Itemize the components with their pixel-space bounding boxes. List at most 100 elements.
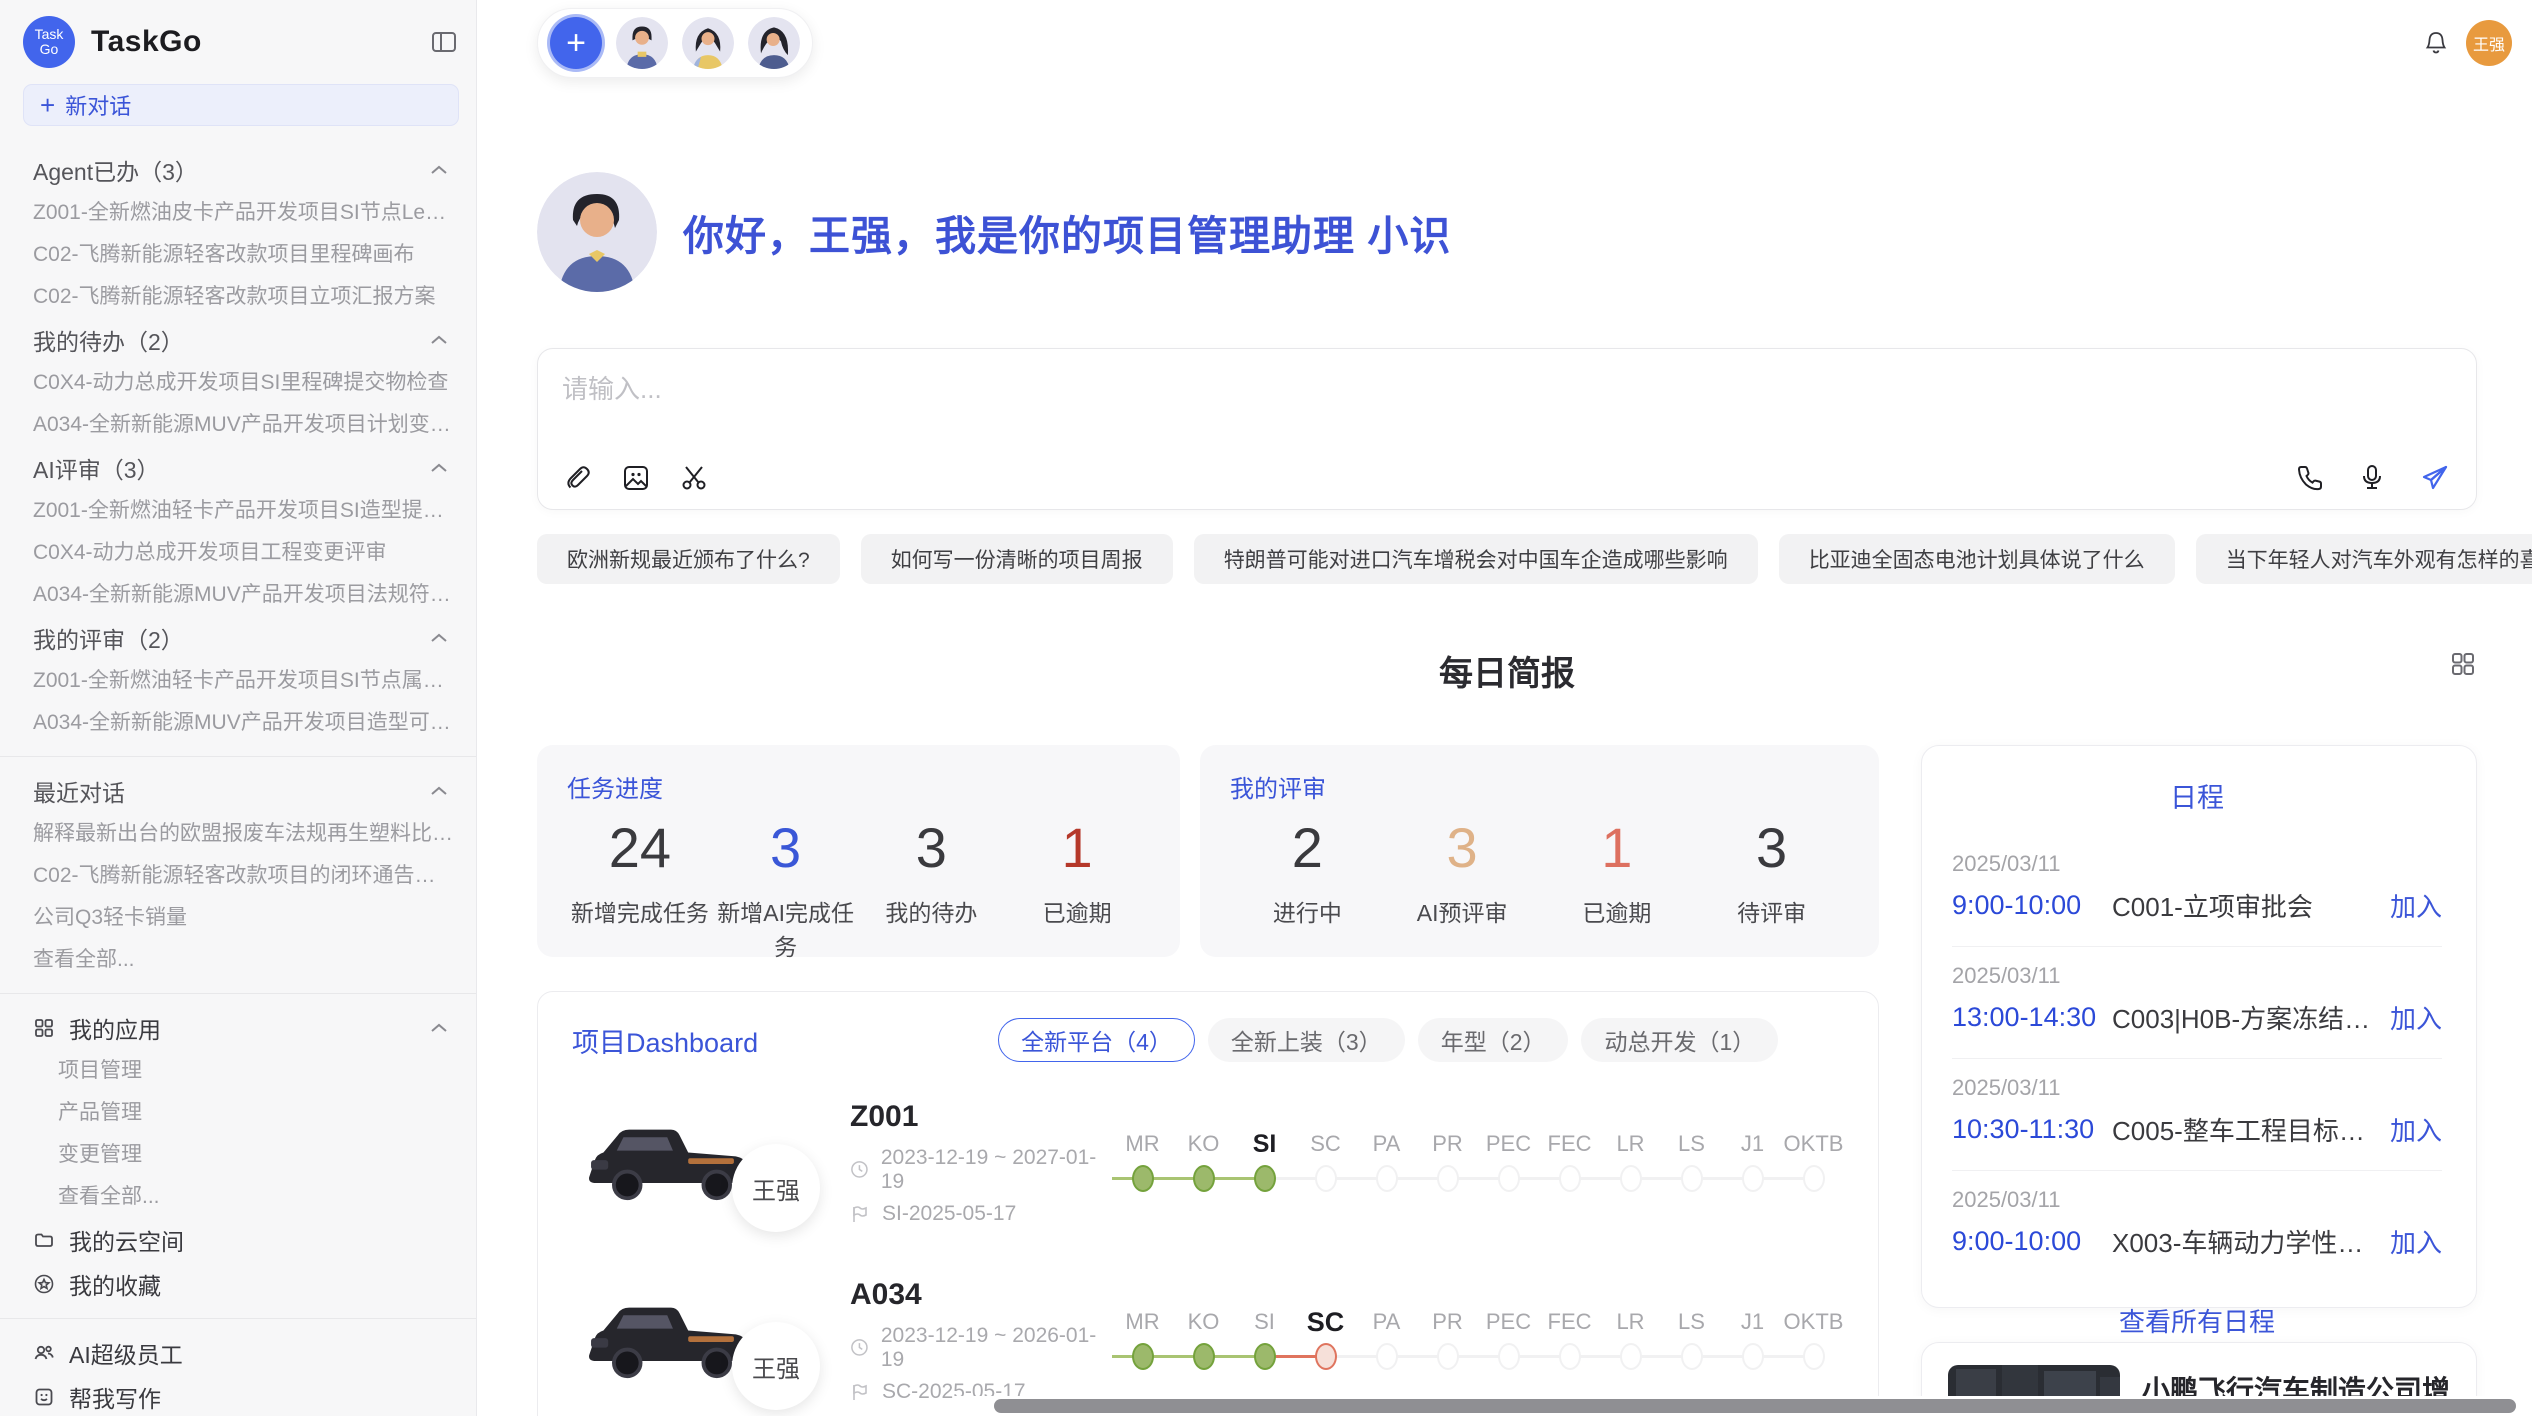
sidebar-item-favorites[interactable]: 我的收藏	[0, 1262, 476, 1306]
section-header-recent-chats[interactable]: 最近对话	[0, 769, 476, 813]
milestone-dot-done	[1193, 1165, 1215, 1192]
milestone-dot-upcoming	[1498, 1343, 1520, 1370]
milestone-pr: PR	[1417, 1128, 1478, 1198]
milestone-pec: PEC	[1478, 1128, 1539, 1198]
section-header-agent-done[interactable]: Agent已办（3）	[0, 148, 476, 192]
project-dates-text: 2023-12-19 ~ 2027-01-19	[881, 1146, 1106, 1194]
agent-avatar[interactable]	[616, 17, 668, 69]
event-time: 9:00-10:00	[1952, 1226, 2112, 1257]
agent-avatar-pill: +	[537, 8, 813, 78]
divider	[0, 756, 476, 757]
sidebar-item-app[interactable]: 产品管理	[0, 1092, 476, 1134]
sidebar-item-cloud-space[interactable]: 我的云空间	[0, 1218, 476, 1262]
milestone-ls: LS	[1661, 1306, 1722, 1376]
section-header-my-apps[interactable]: 我的应用	[0, 1006, 476, 1050]
phone-icon[interactable]	[2294, 462, 2326, 494]
attachment-icon[interactable]	[562, 462, 594, 494]
milestone-dot-overdue	[1315, 1343, 1337, 1370]
sidebar-item[interactable]: 解释最新出台的欧盟报废车法规再生塑料比例被调至15%...	[0, 813, 476, 855]
sidebar-item[interactable]: C02-飞腾新能源轻客改款项目里程碑画布	[0, 234, 476, 276]
milestone-dot-done	[1132, 1165, 1154, 1192]
milestone-dot-upcoming	[1437, 1165, 1459, 1192]
horizontal-scrollbar-thumb[interactable]	[994, 1399, 2516, 1413]
event-date: 2025/03/11	[1952, 1075, 2442, 1101]
sidebar-item[interactable]: C02-飞腾新能源轻客改款项目的闭环通告反馈情况	[0, 855, 476, 897]
sidebar-item[interactable]: A034-全新新能源MUV产品开发项目法规符合性评审	[0, 574, 476, 616]
scissors-icon[interactable]	[678, 462, 710, 494]
plus-icon: +	[40, 92, 55, 118]
section-title: 我的应用	[69, 1011, 161, 1045]
project-flag-text: SI-2025-05-17	[882, 1202, 1016, 1226]
chat-input[interactable]	[562, 367, 2452, 411]
join-link[interactable]: 加入	[2390, 1223, 2442, 1260]
event-name: C005-整车工程目标评审	[2112, 1111, 2376, 1148]
stat-value: 3	[1694, 816, 1849, 880]
stat-in-progress: 2 进行中	[1230, 816, 1385, 928]
join-link[interactable]: 加入	[2390, 1111, 2442, 1148]
suggestion-chip[interactable]: 如何写一份清晰的项目周报	[861, 534, 1173, 584]
notification-bell-icon[interactable]	[2422, 29, 2450, 57]
schedule-event: 2025/03/11 13:00-14:30 C003|H0B-方案冻结评审 加…	[1952, 947, 2442, 1059]
milestone-si-current: SI	[1234, 1128, 1295, 1198]
sidebar-item[interactable]: C02-飞腾新能源轻客改款项目立项汇报方案	[0, 276, 476, 318]
agent-avatar[interactable]	[682, 17, 734, 69]
milestone-sc-current-overdue: SC	[1295, 1306, 1356, 1376]
milestone-si: SI	[1234, 1306, 1295, 1376]
sidebar-item[interactable]: A034-全新新能源MUV产品开发项目计划变更表编写	[0, 404, 476, 446]
sidebar-item-app[interactable]: 项目管理	[0, 1050, 476, 1092]
sidebar-item[interactable]: Z001-全新燃油皮卡产品开发项目SI节点Lesson Learn报告	[0, 192, 476, 234]
section-header-my-todo[interactable]: 我的待办（2）	[0, 318, 476, 362]
view-all-chats[interactable]: 查看全部...	[0, 939, 476, 981]
chevron-up-icon	[430, 164, 448, 176]
section-header-my-review[interactable]: 我的评审（2）	[0, 616, 476, 660]
project-dashboard: 项目Dashboard 全新平台（4） 全新上装（3） 年型（2） 动总开发（1…	[537, 991, 1879, 1416]
sidebar-collapse-icon[interactable]	[430, 28, 458, 56]
sidebar-item[interactable]: 公司Q3轻卡销量	[0, 897, 476, 939]
tab-year-model[interactable]: 年型（2）	[1418, 1018, 1569, 1062]
join-link[interactable]: 加入	[2390, 999, 2442, 1036]
new-chat-button[interactable]: + 新对话	[23, 84, 459, 126]
logo-text-top: Task	[35, 27, 64, 42]
suggestion-chip[interactable]: 特朗普可能对进口汽车增税会对中国车企造成哪些影响	[1194, 534, 1758, 584]
join-link[interactable]: 加入	[2390, 887, 2442, 924]
tab-powertrain[interactable]: 动总开发（1）	[1581, 1018, 1778, 1062]
stat-overdue: 1 已逾期	[1004, 816, 1150, 962]
logo-text-bottom: Go	[40, 42, 59, 57]
apps-grid-icon	[33, 1017, 55, 1039]
sidebar-item[interactable]: Z001-全新燃油轻卡产品开发项目SI造型提交物评审	[0, 490, 476, 532]
image-icon[interactable]	[620, 462, 652, 494]
sidebar-item-ai-employee[interactable]: AI超级员工	[0, 1331, 476, 1375]
layout-grid-icon[interactable]	[2449, 650, 2477, 678]
sidebar-item-label: 我的云空间	[69, 1223, 184, 1257]
tab-new-platform[interactable]: 全新平台（4）	[998, 1018, 1195, 1062]
suggestion-chip[interactable]: 比亚迪全固态电池计划具体说了什么	[1779, 534, 2175, 584]
schedule-card: 日程 2025/03/11 9:00-10:00 C001-立项审批会 加入	[1921, 745, 2477, 1308]
event-time: 13:00-14:30	[1952, 1002, 2112, 1033]
view-all-schedule-link[interactable]: 查看所有日程	[1952, 1302, 2442, 1339]
project-row-a034: 王强 A034 2023-12-19 ~ 2026-01-19	[572, 1276, 1844, 1406]
add-agent-button[interactable]: +	[550, 17, 602, 69]
stat-review-overdue: 1 已逾期	[1540, 816, 1695, 928]
user-avatar[interactable]: 王强	[2466, 20, 2512, 66]
sidebar-item[interactable]: C0X4-动力总成开发项目SI里程碑提交物检查	[0, 362, 476, 404]
milestone-dot-upcoming	[1803, 1165, 1825, 1192]
tab-new-body[interactable]: 全新上装（3）	[1208, 1018, 1405, 1062]
event-date: 2025/03/11	[1952, 1187, 2442, 1213]
right-column: 日程 2025/03/11 9:00-10:00 C001-立项审批会 加入	[1921, 745, 2477, 1416]
milestone-dot-upcoming	[1742, 1165, 1764, 1192]
stat-label: AI预评审	[1385, 894, 1540, 928]
sidebar-item[interactable]: C0X4-动力总成开发项目工程变更评审	[0, 532, 476, 574]
view-all-apps[interactable]: 查看全部...	[0, 1176, 476, 1218]
send-icon[interactable]	[2418, 461, 2452, 495]
sidebar-item-app[interactable]: 变更管理	[0, 1134, 476, 1176]
sidebar-item-help-write[interactable]: 帮我写作	[0, 1375, 476, 1416]
suggestion-chip[interactable]: 当下年轻人对汽车外观有怎样的喜好趋势	[2196, 534, 2532, 584]
milestone-dot-upcoming	[1437, 1343, 1459, 1370]
microphone-icon[interactable]	[2356, 462, 2388, 494]
sidebar-item[interactable]: A034-全新新能源MUV产品开发项目造型可行性评审	[0, 702, 476, 744]
sidebar-item[interactable]: Z001-全新燃油轻卡产品开发项目SI节点属性5D文件评审	[0, 660, 476, 702]
section-header-ai-review[interactable]: AI评审（3）	[0, 446, 476, 490]
agent-avatar[interactable]	[748, 17, 800, 69]
suggestion-chip[interactable]: 欧洲新规最近颁布了什么?	[537, 534, 840, 584]
main-area: + 王强	[477, 0, 2532, 1416]
